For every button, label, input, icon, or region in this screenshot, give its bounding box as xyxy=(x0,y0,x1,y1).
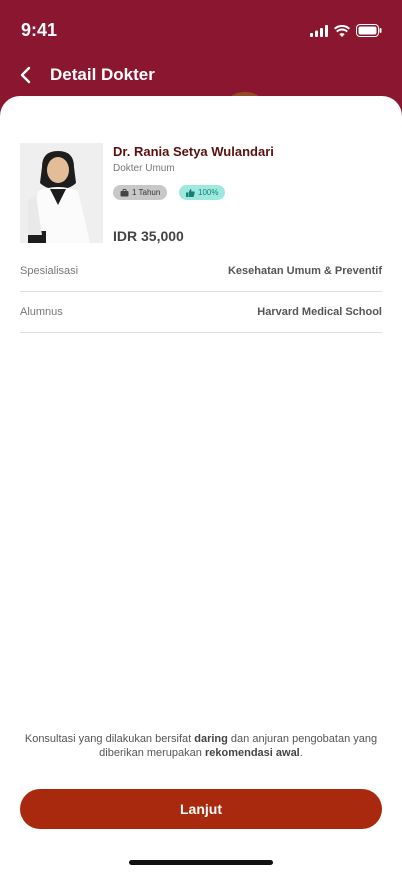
doctor-photo xyxy=(20,143,103,243)
home-indicator xyxy=(129,860,273,865)
experience-badge: 1 Tahun xyxy=(113,185,168,200)
signal-icon xyxy=(310,24,328,37)
detail-label: Spesialisasi xyxy=(20,265,79,277)
doctor-name: Dr. Rania Setya Wulandari xyxy=(113,144,274,159)
continue-button[interactable]: Lanjut xyxy=(20,789,382,829)
battery-icon xyxy=(356,24,382,37)
back-arrow-icon[interactable] xyxy=(16,64,38,86)
rating-badge: 100% xyxy=(179,185,226,200)
status-time: 9:41 xyxy=(21,20,58,40)
detail-row-alumnus: Alumnus Harvard Medical School xyxy=(20,292,382,333)
consultation-notice: Konsultasi yang dilakukan bersifat darin… xyxy=(24,733,378,759)
briefcase-icon xyxy=(120,188,129,196)
detail-value: Kesehatan Umum & Preventif xyxy=(227,265,382,277)
wifi-icon xyxy=(334,24,350,37)
page-title: Detail Dokter xyxy=(50,65,155,84)
detail-value: Harvard Medical School xyxy=(257,306,382,318)
consultation-price: IDR 35,000 xyxy=(113,228,184,244)
experience-text: 1 Tahun xyxy=(132,188,161,197)
continue-button-label: Lanjut xyxy=(180,801,222,817)
detail-label: Alumnus xyxy=(20,306,63,318)
status-icons xyxy=(310,24,382,37)
doctor-specialty: Dokter Umum xyxy=(113,163,175,174)
detail-row-specialization: Spesialisasi Kesehatan Umum & Preventif xyxy=(20,251,382,292)
thumbs-up-icon xyxy=(186,188,195,197)
rating-text: 100% xyxy=(198,188,219,197)
